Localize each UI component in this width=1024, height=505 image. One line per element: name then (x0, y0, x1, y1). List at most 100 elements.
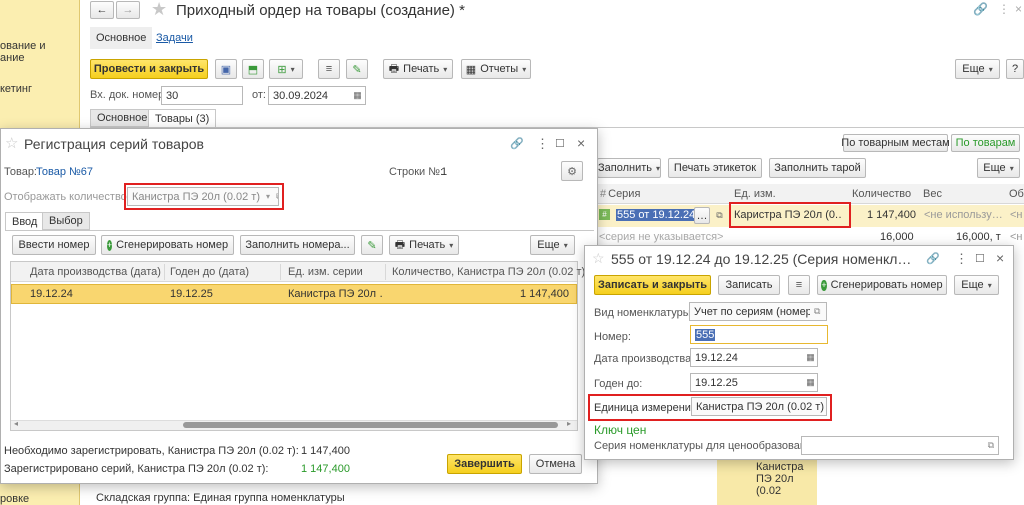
col-unit: Ед. изм. (734, 188, 776, 200)
back-button[interactable]: ← (90, 1, 114, 19)
forward-button[interactable]: → (116, 1, 140, 19)
col-series: # Серия (600, 188, 641, 200)
link-icon[interactable]: 🔗 (510, 137, 524, 150)
nom-generate-button[interactable]: + Сгенерировать номер (817, 275, 947, 295)
favorite-star-icon[interactable]: ★ (151, 0, 167, 20)
price-series-field[interactable]: ⧉ (801, 436, 999, 455)
calendar-icon[interactable]: ▦ (805, 377, 816, 388)
subtab-main[interactable]: Основное (90, 109, 155, 127)
fill-package-button[interactable]: Заполнить тарой (769, 158, 866, 178)
close-icon[interactable]: × (577, 135, 585, 151)
kebab-menu-icon[interactable]: ⋮ (955, 251, 968, 267)
plus-circle-icon: + (821, 279, 827, 291)
price-key-title: Ключ цен (594, 423, 647, 437)
sidebar-item[interactable]: кетинг (0, 83, 32, 95)
save-button[interactable]: Записать (718, 275, 780, 295)
nom-more-button[interactable]: Еще ▾ (954, 275, 999, 295)
scroll-right-arrow[interactable]: ▸ (567, 419, 571, 428)
need-register-label: Необходимо зарегистрировать, Канистра ПЭ… (4, 445, 299, 457)
need-register-value: 1 147,400 (301, 445, 350, 457)
row-unit[interactable]: Канистра ПЭ 20л … (288, 288, 383, 300)
tab-tasks[interactable]: Задачи (150, 27, 199, 49)
doc-movements-button[interactable]: ⬒ (242, 59, 264, 79)
kind-field[interactable]: Учет по сериям (номер, д ⧉ (689, 302, 827, 321)
in-doc-number-field[interactable]: 30 (161, 86, 243, 105)
row-qty[interactable]: 1 147,400 (520, 288, 569, 300)
close-icon[interactable]: × (1015, 2, 1022, 16)
col-qty: Количество, Канистра ПЭ 20л (0.02 т) (392, 266, 586, 278)
generate-number-button[interactable]: + Сгенерировать номер (101, 235, 234, 255)
by-goods-button[interactable]: По товарам (951, 134, 1020, 152)
printer-icon: 🖶 (394, 238, 406, 251)
series-print-button[interactable]: 🖶 Печать ▾ (389, 235, 459, 255)
fill-button[interactable]: Заполнить ▾ (597, 158, 661, 178)
subtab-goods[interactable]: Товары (3) (148, 109, 217, 127)
more-button[interactable]: Еще ▾ (955, 59, 1000, 79)
rows-label: Строки №: (389, 166, 444, 178)
highlight-unit-field (588, 394, 832, 421)
enter-number-button[interactable]: Ввести номер (12, 235, 96, 255)
post-close-button[interactable]: Провести и закрыть (90, 59, 208, 79)
journal-button[interactable]: ≡ (318, 59, 340, 79)
row1-qty[interactable]: 1 147,400 (867, 209, 916, 221)
row-prod-date[interactable]: 19.12.24 (30, 288, 73, 300)
save-close-button[interactable]: Записать и закрыть (594, 275, 711, 295)
sidebar-item[interactable]: ание (0, 52, 24, 64)
valid-to-field[interactable]: 19.12.25 (690, 373, 818, 392)
calendar-icon[interactable]: ▦ (352, 90, 363, 101)
open-icon[interactable]: ⧉ (714, 210, 725, 221)
calendar-icon[interactable]: ▦ (805, 352, 816, 363)
plus-circle-icon: + (106, 239, 113, 251)
number-field[interactable]: 555 (690, 325, 828, 344)
tab-select[interactable]: Выбор (42, 212, 90, 230)
row1-series-select[interactable]: … (694, 207, 710, 224)
open-icon[interactable]: ⧉ (988, 440, 994, 451)
more2-button[interactable]: Еще ▾ (977, 158, 1020, 178)
print-labels-button[interactable]: Печать этикеток (668, 158, 762, 178)
finish-button[interactable]: Завершить (447, 454, 522, 474)
fill-numbers-button[interactable]: Заполнить номера... (240, 235, 355, 255)
row-valid-to[interactable]: 19.12.25 (170, 288, 213, 300)
cancel-button[interactable]: Отмена (529, 454, 582, 474)
series-dialog-star-icon[interactable]: ☆ (5, 134, 18, 152)
from-label: от: (252, 89, 266, 101)
show-qty-label: Отображать количество в: (4, 191, 139, 203)
save-icon-button[interactable]: ▣ (215, 59, 237, 79)
link-icon[interactable]: 🔗 (926, 252, 940, 265)
create-based-button[interactable]: ⊞ ▾ (269, 59, 303, 79)
row-icon: # (599, 209, 610, 220)
prod-date-field[interactable]: 19.12.24 (690, 348, 818, 367)
scroll-left-arrow[interactable]: ◂ (14, 419, 18, 428)
maximize-icon[interactable]: ☐ (555, 137, 565, 150)
row1-series[interactable]: 555 от 19.12.24 (616, 209, 697, 221)
edit-pencil-button[interactable]: ✎ (361, 235, 383, 255)
row2-extra: <н (1010, 231, 1023, 243)
sidebar-item[interactable]: ровке (0, 493, 29, 505)
series-more-button[interactable]: Еще ▾ (530, 235, 575, 255)
journal-button[interactable]: ≡ (788, 275, 810, 295)
open-icon[interactable]: ⧉ (814, 306, 820, 317)
nom-series-title: 555 от 19.12.24 до 19.12.25 (Серия номен… (611, 251, 912, 267)
tabs-line (5, 230, 594, 231)
help-button[interactable]: ? (1006, 59, 1024, 79)
reports-button[interactable]: ▦ Отчеты ▾ (461, 59, 531, 79)
settings-gear-button[interactable]: ⚙ (561, 161, 583, 181)
registered-label: Зарегистрировано серий, Канистра ПЭ 20л … (4, 463, 269, 475)
product-link[interactable]: Товар №67 (36, 166, 93, 178)
nom-series-star-icon[interactable]: ☆ (592, 250, 605, 267)
kebab-menu-icon[interactable]: ⋮ (536, 136, 549, 152)
tab-main[interactable]: Основное (90, 27, 153, 49)
tab-input[interactable]: Ввод (5, 212, 45, 230)
scrollbar-thumb[interactable] (183, 422, 558, 428)
price-series-label: Серия номенклатуры для ценообразования: (594, 440, 822, 452)
print-button[interactable]: 🖶 Печать ▾ (383, 59, 453, 79)
by-places-button[interactable]: По товарным местам (841, 134, 950, 152)
maximize-icon[interactable]: ☐ (975, 252, 985, 265)
kebab-menu-icon[interactable]: ⋮ (998, 2, 1010, 16)
link-icon[interactable]: 🔗 (973, 2, 988, 16)
sidebar-item[interactable]: ование и (0, 40, 46, 52)
highlight-unit-cell (729, 202, 851, 228)
doc-title: Приходный ордер на товары (создание) * (176, 2, 465, 19)
edit-button[interactable]: ✎ (346, 59, 368, 79)
close-icon[interactable]: × (996, 250, 1004, 266)
